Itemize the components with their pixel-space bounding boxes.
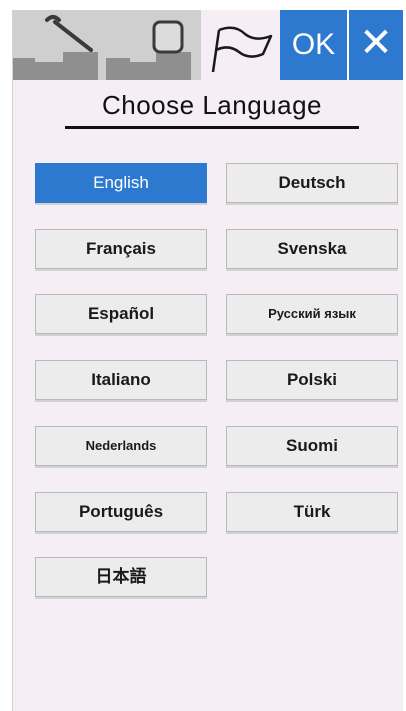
language-button-turk[interactable]: Türk: [226, 492, 398, 532]
title-underline: [65, 126, 359, 129]
language-button-portugues[interactable]: Português: [35, 492, 207, 532]
language-button-polski[interactable]: Polski: [226, 360, 398, 400]
page-tab[interactable]: [106, 10, 201, 80]
toolbar: OK ✕: [13, 10, 403, 80]
language-button-nederlands[interactable]: Nederlands: [35, 426, 207, 466]
page-icon: [106, 20, 191, 80]
language-button-english[interactable]: English: [35, 163, 207, 203]
close-icon: ✕: [359, 21, 393, 65]
page-title: Choose Language: [101, 90, 323, 120]
language-button-espanol[interactable]: Español: [35, 294, 207, 334]
language-tab[interactable]: [201, 10, 280, 80]
ok-button[interactable]: OK: [280, 10, 347, 80]
language-button-suomi[interactable]: Suomi: [226, 426, 398, 466]
language-button-russian[interactable]: Русский язык: [226, 294, 398, 334]
language-button-francais[interactable]: Français: [35, 229, 207, 269]
language-button-deutsch[interactable]: Deutsch: [226, 163, 398, 203]
language-button-japanese[interactable]: 日本語: [35, 557, 207, 597]
flag-icon: [211, 26, 273, 73]
language-button-italiano[interactable]: Italiano: [35, 360, 207, 400]
wrench-icon: [13, 15, 98, 80]
ok-label: OK: [291, 28, 336, 61]
settings-tab[interactable]: [13, 10, 106, 80]
language-button-svenska[interactable]: Svenska: [226, 229, 398, 269]
close-button[interactable]: ✕: [347, 10, 403, 80]
language-screen: OK ✕ Choose Language English Deutsch Fra…: [12, 10, 403, 711]
